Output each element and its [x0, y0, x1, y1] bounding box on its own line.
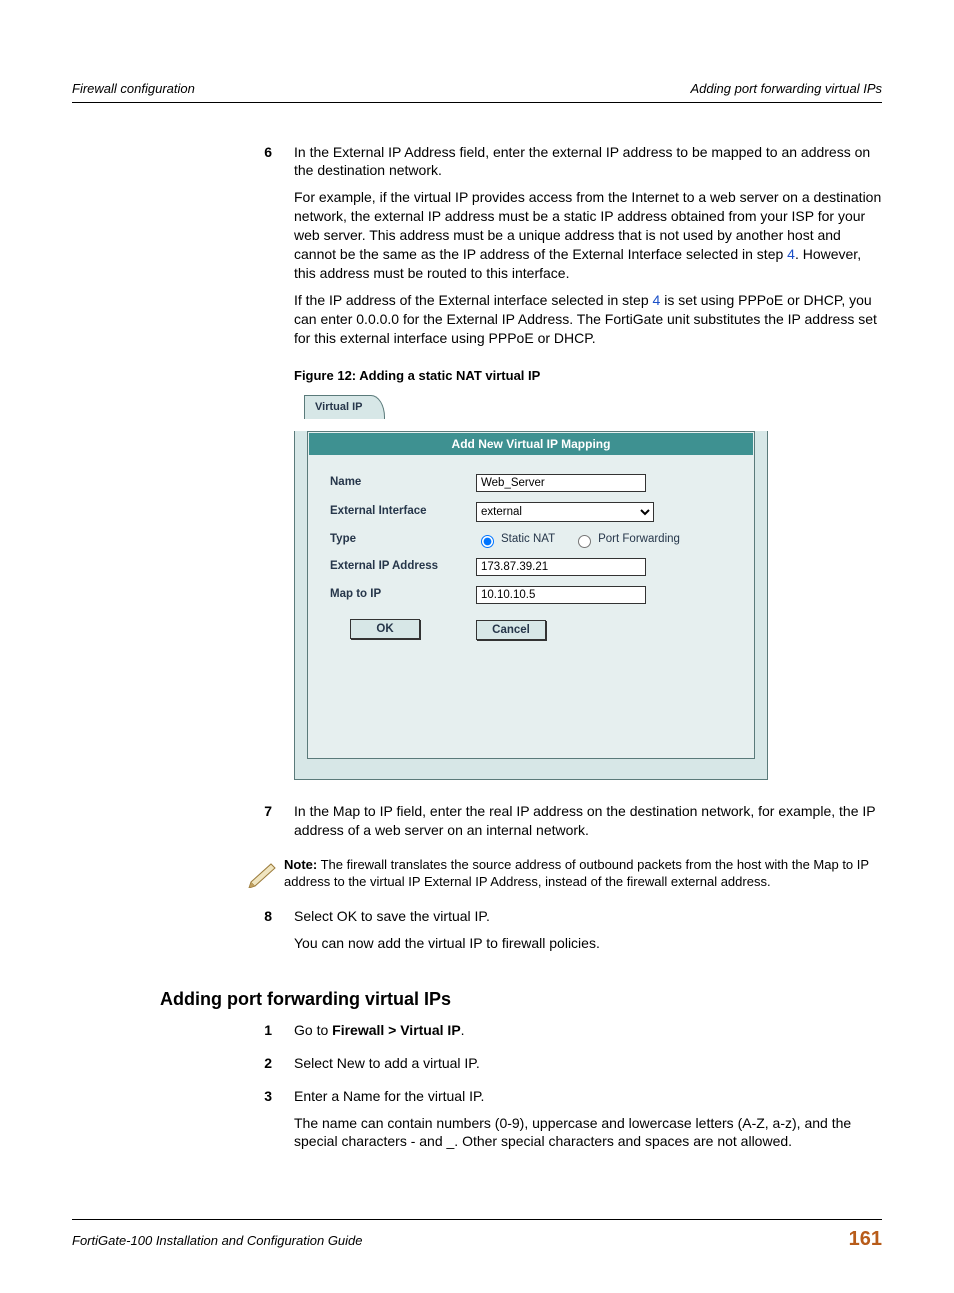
note-body: The firewall translates the source addre…: [284, 857, 869, 890]
button-row: OK Cancel: [308, 609, 754, 640]
step-b3-p1: Enter a Name for the virtual IP.: [294, 1087, 882, 1106]
note: Note: The firewall translates the source…: [242, 856, 882, 893]
figure-caption: Figure 12: Adding a static NAT virtual I…: [294, 367, 882, 385]
cancel-button[interactable]: Cancel: [476, 620, 546, 640]
step-b3: 3 Enter a Name for the virtual IP. The n…: [234, 1087, 882, 1160]
row-name: Name: [308, 469, 754, 497]
footer-rule: [72, 1219, 882, 1220]
external-interface-select[interactable]: external: [476, 502, 654, 522]
type-radio-group: Static NAT Port Forwarding: [476, 532, 694, 548]
step-number: 3: [234, 1087, 294, 1160]
step-8-p1: Select OK to save the virtual IP.: [294, 907, 882, 926]
figure-12: Virtual IP Add New Virtual IP Mapping Na…: [294, 395, 768, 780]
step-b1-text: Go to Firewall > Virtual IP.: [294, 1021, 882, 1040]
label-ext-ip: External IP Address: [330, 559, 476, 575]
step-b1: 1 Go to Firewall > Virtual IP.: [234, 1021, 882, 1048]
header-right: Adding port forwarding virtual IPs: [691, 80, 882, 98]
label-map-ip: Map to IP: [330, 587, 476, 603]
row-external-ip: External IP Address: [308, 553, 754, 581]
row-type: Type Static NAT Port Forwarding: [308, 527, 754, 553]
row-map-to-ip: Map to IP: [308, 581, 754, 609]
label-ext-if: External Interface: [330, 504, 476, 520]
radio-static-nat-label: Static NAT: [501, 532, 555, 548]
step-number: 6: [234, 143, 294, 356]
label-name: Name: [330, 475, 476, 491]
external-ip-input[interactable]: [476, 558, 646, 576]
step-7: 7 In the Map to IP field, enter the real…: [234, 802, 882, 848]
step-7-text: In the Map to IP field, enter the real I…: [294, 802, 882, 840]
ok-button[interactable]: OK: [350, 619, 420, 639]
virtual-ip-panel: Add New Virtual IP Mapping Name External…: [307, 431, 755, 759]
page-header: Firewall configuration Adding port forwa…: [72, 80, 882, 98]
note-text: Note: The firewall translates the source…: [284, 856, 882, 891]
step-body: In the Map to IP field, enter the real I…: [294, 802, 882, 848]
step-body: Go to Firewall > Virtual IP.: [294, 1021, 882, 1048]
row-external-interface: External Interface external: [308, 497, 754, 527]
note-label: Note:: [284, 857, 317, 872]
radio-static-nat[interactable]: [481, 535, 494, 548]
step-body: Select OK to save the virtual IP. You ca…: [294, 907, 882, 961]
tab-virtual-ip[interactable]: Virtual IP: [304, 395, 385, 419]
name-input[interactable]: [476, 474, 646, 492]
step-6-p2: For example, if the virtual IP provides …: [294, 188, 882, 282]
step-number: 7: [234, 802, 294, 848]
step-b2-text: Select New to add a virtual IP.: [294, 1054, 882, 1073]
step-6-p3: If the IP address of the External interf…: [294, 291, 882, 348]
step-6-p1: In the External IP Address field, enter …: [294, 143, 882, 181]
step-body: In the External IP Address field, enter …: [294, 143, 882, 356]
panel-title: Add New Virtual IP Mapping: [309, 433, 753, 455]
tab-row: Virtual IP: [294, 395, 768, 419]
step-number: 2: [234, 1054, 294, 1081]
nav-path: Firewall > Virtual IP: [332, 1022, 461, 1038]
label-type: Type: [330, 532, 476, 548]
step-number: 1: [234, 1021, 294, 1048]
radio-port-forwarding[interactable]: [578, 535, 591, 548]
step-link-4a[interactable]: 4: [787, 246, 795, 262]
step-b2: 2 Select New to add a virtual IP.: [234, 1054, 882, 1081]
page-footer: FortiGate-100 Installation and Configura…: [72, 1226, 882, 1253]
step-b3-p2: The name can contain numbers (0-9), uppe…: [294, 1114, 882, 1152]
radio-port-forwarding-label: Port Forwarding: [598, 532, 680, 548]
step-6: 6 In the External IP Address field, ente…: [234, 143, 882, 356]
step-body: Enter a Name for the virtual IP. The nam…: [294, 1087, 882, 1160]
step-body: Select New to add a virtual IP.: [294, 1054, 882, 1081]
section-heading: Adding port forwarding virtual IPs: [160, 987, 882, 1011]
page-number: 161: [849, 1226, 882, 1253]
header-left: Firewall configuration: [72, 80, 195, 98]
step-link-4b[interactable]: 4: [653, 292, 661, 308]
header-rule: [72, 102, 882, 103]
step-8-p2: You can now add the virtual IP to firewa…: [294, 934, 882, 953]
step-number: 8: [234, 907, 294, 961]
step-8: 8 Select OK to save the virtual IP. You …: [234, 907, 882, 961]
note-icon: [242, 856, 284, 893]
map-to-ip-input[interactable]: [476, 586, 646, 604]
